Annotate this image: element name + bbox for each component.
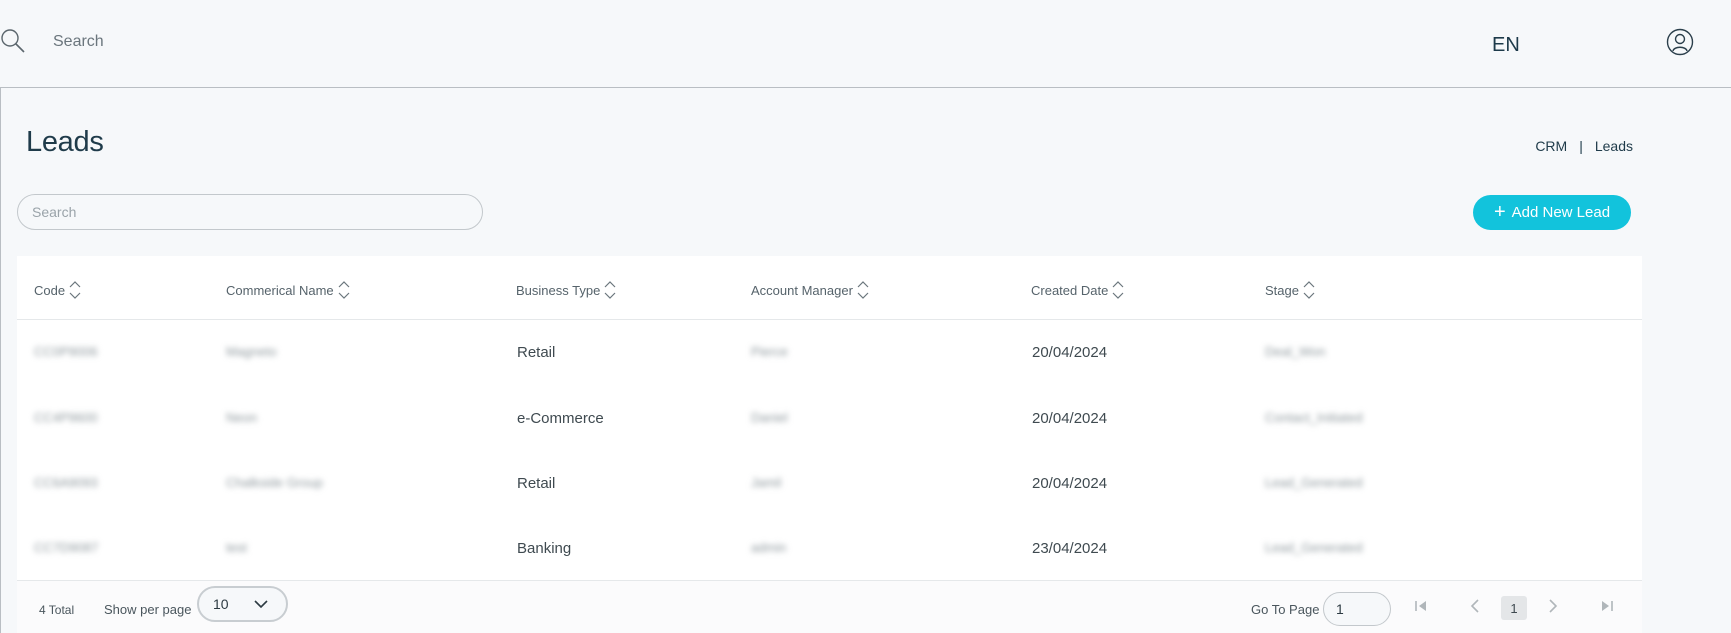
language-selector[interactable]: EN xyxy=(1492,34,1520,57)
cell-code: CC0P9006 xyxy=(34,344,98,359)
cell-stage: Lead_Generated xyxy=(1265,540,1363,555)
sort-icon[interactable] xyxy=(1303,280,1315,300)
pagination-bar: 4 Total Show per page 10 Go To Page 1 xyxy=(17,580,1642,633)
chevron-down-icon xyxy=(254,600,268,609)
column-header-account-manager[interactable]: Account Manager xyxy=(751,280,869,300)
cell-account-manager: Daniel xyxy=(751,410,788,425)
column-label: Business Type xyxy=(516,282,601,298)
table-row[interactable]: CC0P9006 Magneto Retail Pierce 20/04/202… xyxy=(17,320,1642,385)
global-search-input[interactable]: Search xyxy=(53,33,104,51)
per-page-select[interactable]: 10 xyxy=(197,586,288,622)
table-row[interactable]: CC4P9600 Neon e-Commerce Daniel 20/04/20… xyxy=(17,386,1642,451)
cell-account-manager: admin xyxy=(751,540,787,555)
per-page-label: Show per page xyxy=(104,602,192,617)
per-page-value: 10 xyxy=(213,596,229,612)
page-title: Leads xyxy=(26,126,104,158)
column-header-stage[interactable]: Stage xyxy=(1265,280,1315,300)
cell-stage: Contact_Initiated xyxy=(1265,410,1363,425)
column-label: Stage xyxy=(1265,282,1299,298)
current-page-button[interactable]: 1 xyxy=(1501,596,1527,620)
column-label: Code xyxy=(34,282,66,298)
cell-commercial-name: test xyxy=(226,540,247,555)
top-bar: Search EN xyxy=(0,0,1731,88)
breadcrumb-crm[interactable]: CRM xyxy=(1535,138,1567,154)
column-label: Created Date xyxy=(1031,282,1109,298)
cell-business-type: Banking xyxy=(517,540,572,557)
breadcrumb-leads: Leads xyxy=(1594,138,1633,154)
total-count: 4 Total xyxy=(39,603,75,617)
cell-code: CC4P9600 xyxy=(34,410,98,425)
cell-stage: Lead_Generated xyxy=(1265,475,1363,490)
breadcrumb: CRM | Leads xyxy=(1535,138,1633,154)
breadcrumb-separator: | xyxy=(1579,138,1583,154)
sort-icon[interactable] xyxy=(69,280,81,300)
user-circle-icon[interactable] xyxy=(1666,28,1694,56)
sort-icon[interactable] xyxy=(1112,280,1124,300)
cell-code: CC6A9093 xyxy=(34,475,98,490)
add-new-lead-button[interactable]: + Add New Lead xyxy=(1473,195,1631,230)
column-header-code[interactable]: Code xyxy=(34,280,81,300)
cell-business-type: e-Commerce xyxy=(517,410,604,427)
cell-business-type: Retail xyxy=(517,475,556,492)
column-label: Commerical Name xyxy=(226,282,334,298)
column-header-business-type[interactable]: Business Type xyxy=(516,280,616,300)
cell-account-manager: Pierce xyxy=(751,344,788,359)
cell-business-type: Retail xyxy=(517,344,556,361)
cell-commercial-name: Chalkside Group xyxy=(226,475,323,490)
cell-created-date: 20/04/2024 xyxy=(1032,475,1108,492)
first-page-icon[interactable] xyxy=(1413,598,1429,614)
sort-icon[interactable] xyxy=(857,280,869,300)
add-new-lead-label: Add New Lead xyxy=(1511,204,1611,221)
search-icon[interactable] xyxy=(0,28,26,54)
column-header-created-date[interactable]: Created Date xyxy=(1031,280,1124,300)
plus-icon: + xyxy=(1493,200,1506,223)
sort-icon[interactable] xyxy=(604,280,616,300)
go-to-page-input[interactable] xyxy=(1323,592,1391,626)
cell-created-date: 20/04/2024 xyxy=(1032,410,1108,427)
cell-code: CC7D9087 xyxy=(34,540,99,555)
cell-stage: Deal_Won xyxy=(1265,344,1326,359)
previous-page-icon[interactable] xyxy=(1467,598,1483,614)
table-header: Code Commerical Name Business Type Accou… xyxy=(17,256,1642,320)
go-to-page-label: Go To Page xyxy=(1251,602,1320,617)
last-page-icon[interactable] xyxy=(1599,598,1615,614)
cell-commercial-name: Neon xyxy=(226,410,258,425)
leads-search-input[interactable] xyxy=(17,194,483,230)
table-row[interactable]: CC6A9093 Chalkside Group Retail Jamil 20… xyxy=(17,451,1642,516)
cell-commercial-name: Magneto xyxy=(226,344,277,359)
table-row[interactable]: CC7D9087 test Banking admin 23/04/2024 L… xyxy=(17,516,1642,581)
cell-created-date: 20/04/2024 xyxy=(1032,344,1108,361)
cell-account-manager: Jamil xyxy=(751,475,782,490)
cell-created-date: 23/04/2024 xyxy=(1032,540,1108,557)
column-header-commercial-name[interactable]: Commerical Name xyxy=(226,280,350,300)
sort-icon[interactable] xyxy=(338,280,350,300)
next-page-icon[interactable] xyxy=(1545,598,1561,614)
leads-table: Code Commerical Name Business Type Accou… xyxy=(17,256,1642,633)
column-label: Account Manager xyxy=(751,282,853,298)
content-divider xyxy=(0,88,1,633)
